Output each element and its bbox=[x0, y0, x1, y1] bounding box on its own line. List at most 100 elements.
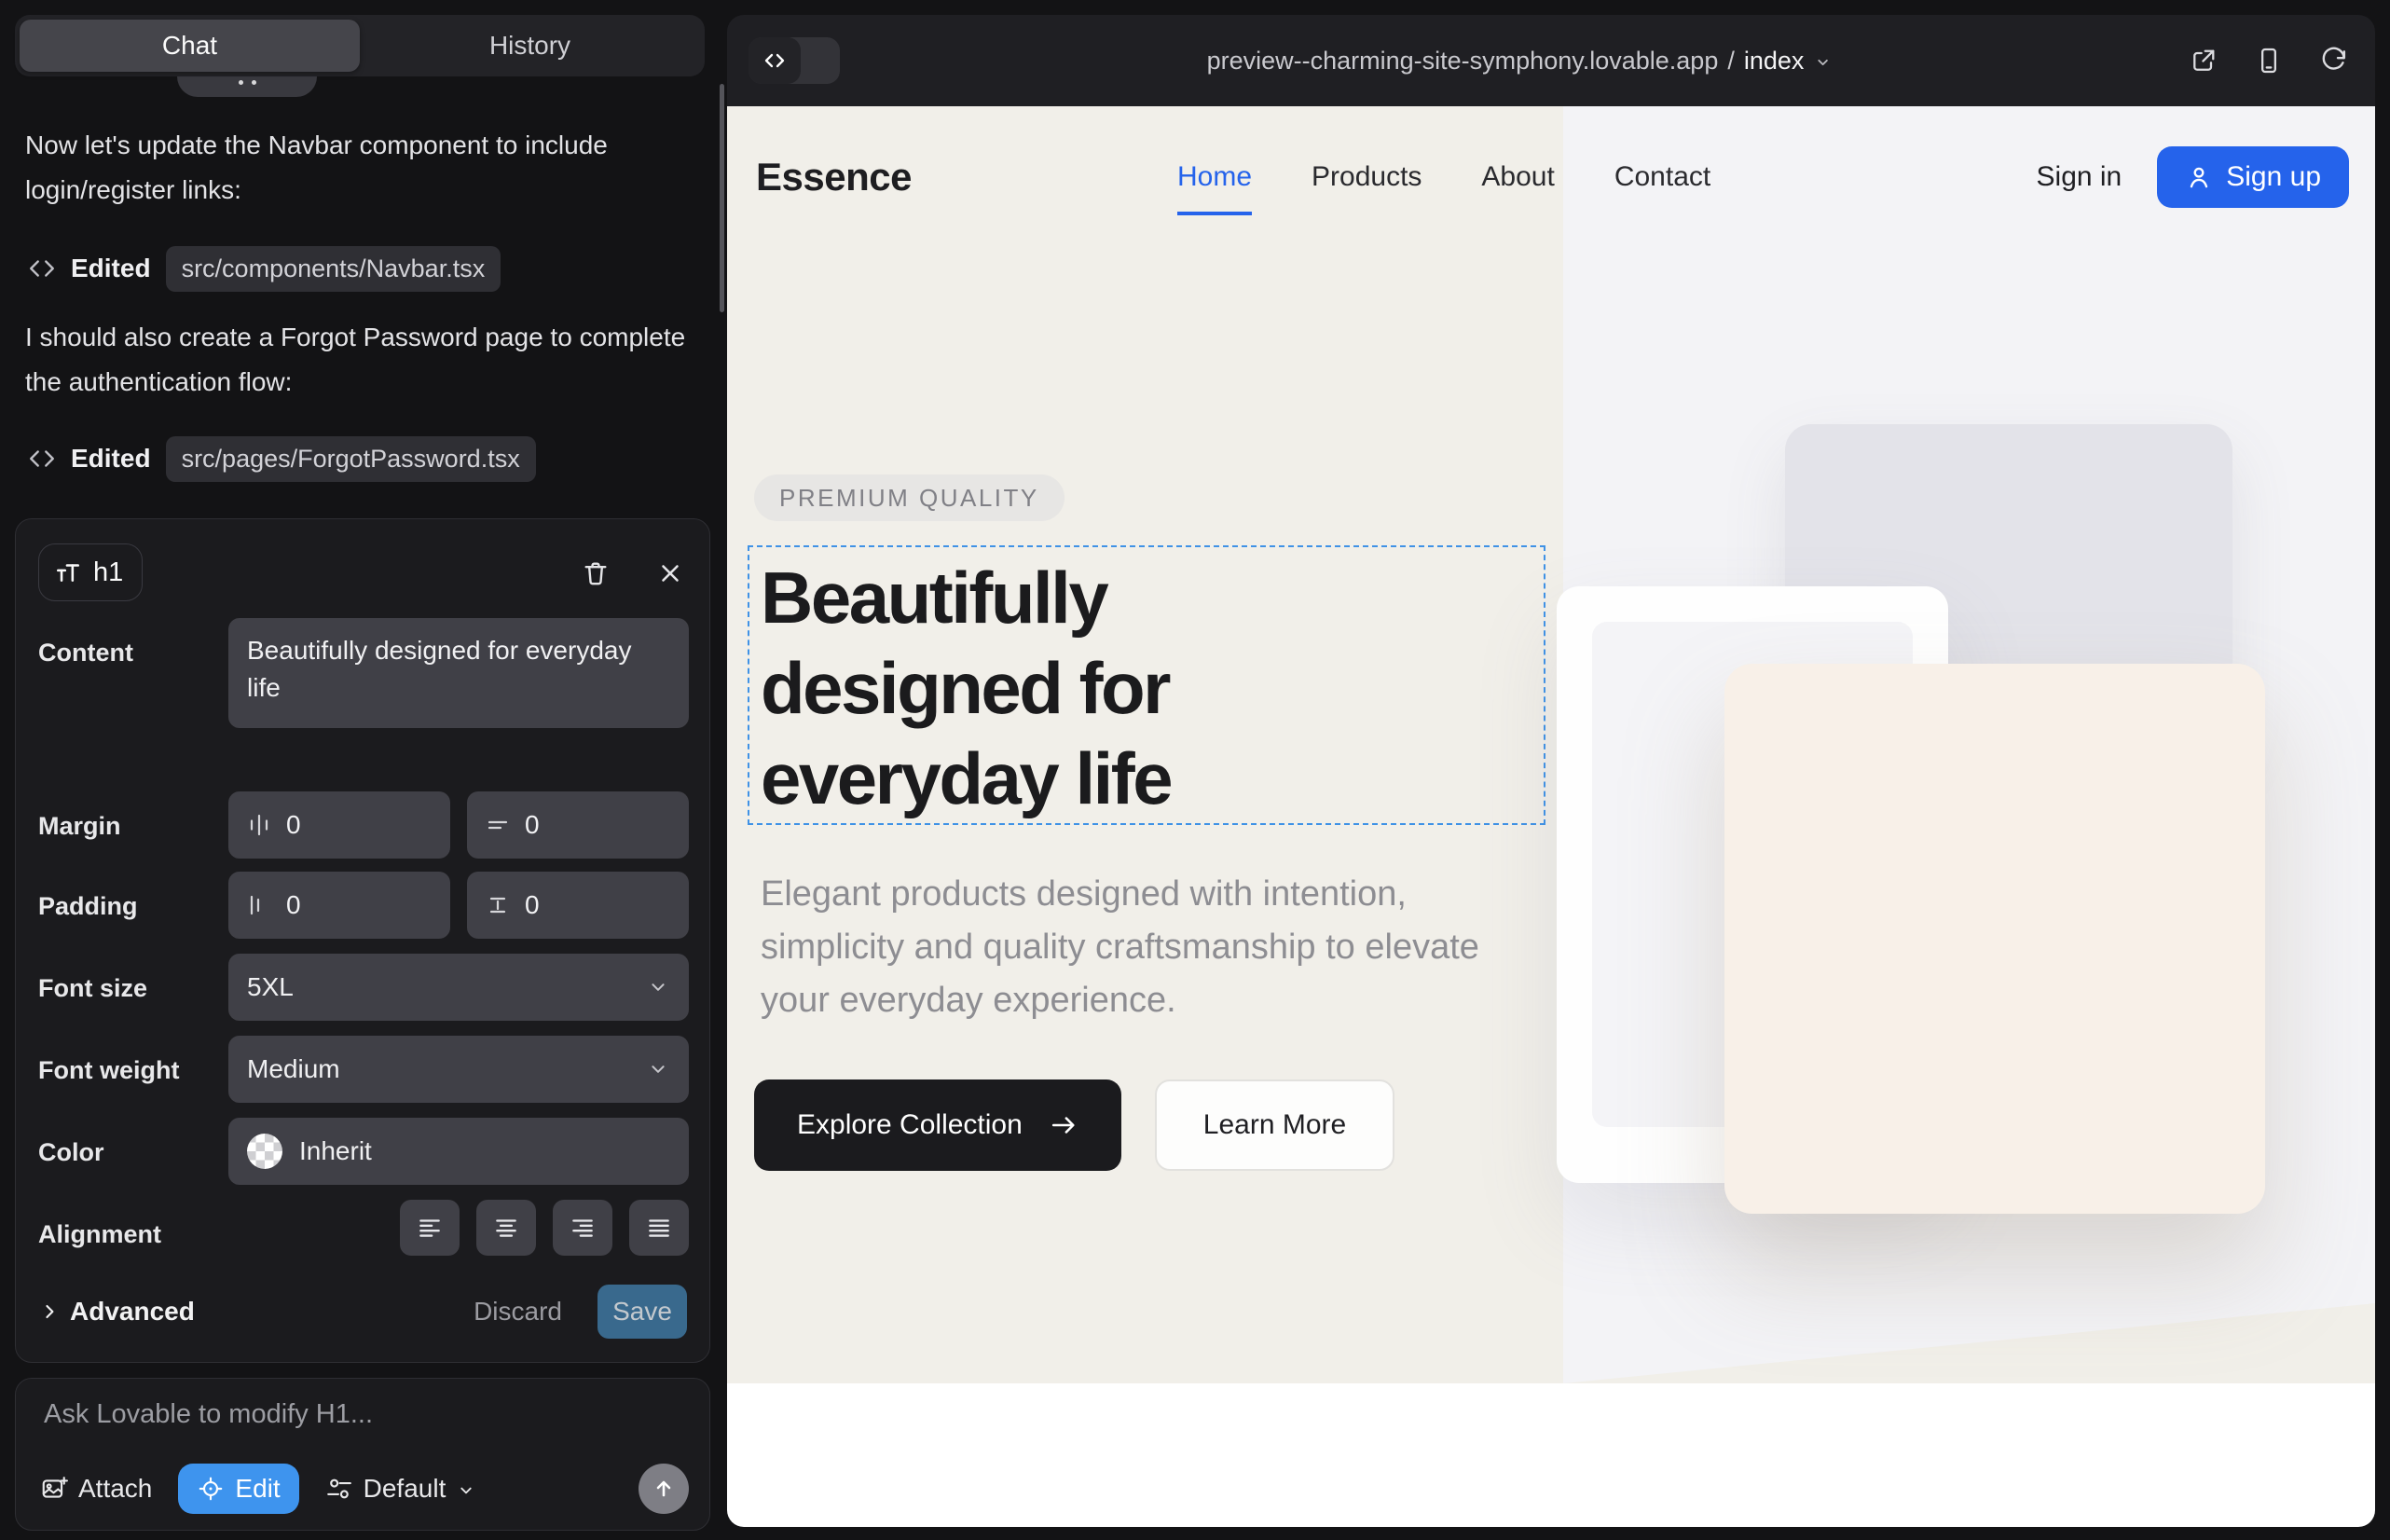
hero-heading-line: everyday life bbox=[761, 734, 1171, 824]
chat-history-tabs: Chat History bbox=[15, 15, 705, 76]
margin-vertical-input[interactable]: 0 bbox=[467, 791, 689, 859]
attach-image-icon bbox=[40, 1475, 68, 1503]
nav-link-products[interactable]: Products bbox=[1312, 161, 1422, 193]
element-tag-label: h1 bbox=[93, 557, 123, 588]
site-nav-links: Home Products About Contact bbox=[1177, 106, 1710, 248]
tab-chat[interactable]: Chat bbox=[20, 20, 360, 72]
assistant-message: I should also create a Forgot Password p… bbox=[25, 315, 691, 405]
font-size-value: 5XL bbox=[247, 972, 294, 1002]
hero-paragraph: Elegant products designed with intention… bbox=[761, 868, 1506, 1027]
file-badge[interactable]: src/pages/ForgotPassword.tsx bbox=[166, 436, 536, 482]
site-logo[interactable]: Essence bbox=[756, 106, 912, 248]
cta-secondary-label: Learn More bbox=[1203, 1109, 1346, 1141]
delete-element-button[interactable] bbox=[575, 553, 616, 594]
refresh-button[interactable] bbox=[2317, 44, 2351, 77]
alignment-button-group bbox=[400, 1200, 689, 1256]
edited-label: Edited bbox=[71, 254, 151, 283]
refresh-icon bbox=[2319, 46, 2349, 76]
signup-button[interactable]: Sign up bbox=[2157, 146, 2349, 208]
edited-file-row: Edited src/pages/ForgotPassword.tsx bbox=[28, 434, 536, 483]
align-center-button[interactable] bbox=[476, 1200, 536, 1256]
hero-heading[interactable]: Beautifully designed for everyday life bbox=[761, 553, 1171, 824]
font-size-label: Font size bbox=[38, 974, 147, 1003]
close-icon bbox=[656, 559, 684, 587]
align-left-icon bbox=[416, 1214, 444, 1242]
margin-horizontal-icon bbox=[246, 812, 272, 838]
chevron-down-icon bbox=[1813, 53, 1832, 72]
chevron-right-icon bbox=[38, 1300, 61, 1323]
code-view-toggle[interactable] bbox=[749, 37, 840, 84]
color-label: Color bbox=[38, 1138, 104, 1167]
padding-horizontal-icon bbox=[246, 892, 272, 918]
url-host: preview--charming-site-symphony.lovable.… bbox=[1207, 47, 1719, 76]
font-weight-label: Font weight bbox=[38, 1056, 179, 1085]
padding-horizontal-value: 0 bbox=[286, 890, 301, 920]
crosshair-icon bbox=[197, 1475, 225, 1503]
sliders-icon bbox=[325, 1475, 353, 1503]
type-icon bbox=[54, 558, 82, 586]
padding-vertical-value: 0 bbox=[525, 890, 540, 920]
chevron-down-icon bbox=[646, 1057, 670, 1081]
ellipsis-dots-icon bbox=[239, 80, 243, 85]
advanced-toggle[interactable]: Advanced bbox=[38, 1297, 195, 1327]
url-separator: / bbox=[1727, 47, 1735, 76]
nav-link-home[interactable]: Home bbox=[1177, 161, 1252, 193]
discard-button[interactable]: Discard bbox=[474, 1297, 562, 1327]
tab-history[interactable]: History bbox=[360, 20, 700, 72]
url-page: index bbox=[1744, 47, 1805, 76]
color-select[interactable]: Inherit bbox=[228, 1118, 689, 1185]
margin-horizontal-input[interactable]: 0 bbox=[228, 791, 450, 859]
align-right-icon bbox=[569, 1214, 597, 1242]
align-right-button[interactable] bbox=[553, 1200, 612, 1256]
align-justify-button[interactable] bbox=[629, 1200, 689, 1256]
chat-scrollbar[interactable] bbox=[720, 84, 724, 312]
attach-button[interactable]: Attach bbox=[40, 1474, 152, 1504]
code-icon bbox=[28, 254, 56, 282]
save-button[interactable]: Save bbox=[598, 1285, 687, 1339]
chat-input[interactable] bbox=[44, 1399, 678, 1430]
edit-mode-chip[interactable]: Edit bbox=[178, 1464, 298, 1514]
padding-label: Padding bbox=[38, 892, 138, 921]
default-label: Default bbox=[364, 1474, 446, 1504]
url-breadcrumb[interactable]: preview--charming-site-symphony.lovable.… bbox=[1207, 15, 1833, 106]
margin-vertical-icon bbox=[485, 812, 511, 838]
margin-horizontal-value: 0 bbox=[286, 810, 301, 840]
user-icon bbox=[2185, 163, 2213, 191]
site-auth-actions: Sign in Sign up bbox=[2037, 106, 2349, 248]
composer-toolbar: Attach Edit Default bbox=[40, 1463, 689, 1515]
open-external-button[interactable] bbox=[2187, 44, 2220, 77]
lovable-chat-panel: Chat History Now let's update the Navbar… bbox=[0, 0, 725, 1540]
file-badge[interactable]: src/components/Navbar.tsx bbox=[166, 246, 501, 292]
font-size-select[interactable]: 5XL bbox=[228, 954, 689, 1021]
hero-heading-line: Beautifully bbox=[761, 553, 1171, 643]
default-mode-select[interactable]: Default bbox=[325, 1474, 477, 1504]
font-weight-select[interactable]: Medium bbox=[228, 1036, 689, 1103]
padding-vertical-input[interactable]: 0 bbox=[467, 872, 689, 939]
browser-actions bbox=[2187, 15, 2351, 106]
mobile-view-button[interactable] bbox=[2252, 44, 2286, 77]
transparency-swatch-icon bbox=[247, 1134, 282, 1169]
align-justify-icon bbox=[645, 1214, 673, 1242]
font-weight-value: Medium bbox=[247, 1054, 340, 1084]
padding-horizontal-input[interactable]: 0 bbox=[228, 872, 450, 939]
learn-more-button[interactable]: Learn More bbox=[1155, 1079, 1394, 1171]
nav-link-about[interactable]: About bbox=[1481, 161, 1554, 193]
alignment-label: Alignment bbox=[38, 1220, 161, 1249]
close-editor-button[interactable] bbox=[650, 553, 691, 594]
browser-chrome-bar: preview--charming-site-symphony.lovable.… bbox=[727, 15, 2375, 106]
selected-element-chip[interactable]: h1 bbox=[38, 543, 143, 601]
editor-footer: Advanced Discard Save bbox=[38, 1284, 687, 1340]
hero-cta-group: Explore Collection Learn More bbox=[754, 1079, 1394, 1171]
align-center-icon bbox=[492, 1214, 520, 1242]
content-input[interactable]: Beautifully designed for everyday life bbox=[228, 618, 689, 728]
cta-primary-label: Explore Collection bbox=[797, 1109, 1023, 1141]
margin-vertical-value: 0 bbox=[525, 810, 540, 840]
align-left-button[interactable] bbox=[400, 1200, 460, 1256]
signin-link[interactable]: Sign in bbox=[2037, 161, 2122, 193]
explore-collection-button[interactable]: Explore Collection bbox=[754, 1079, 1121, 1171]
site-navbar: Essence Home Products About Contact Sign… bbox=[727, 106, 2375, 248]
nav-link-contact[interactable]: Contact bbox=[1614, 161, 1710, 193]
code-icon bbox=[28, 445, 56, 473]
hero-heading-line: designed for bbox=[761, 643, 1171, 734]
send-button[interactable] bbox=[639, 1464, 689, 1514]
